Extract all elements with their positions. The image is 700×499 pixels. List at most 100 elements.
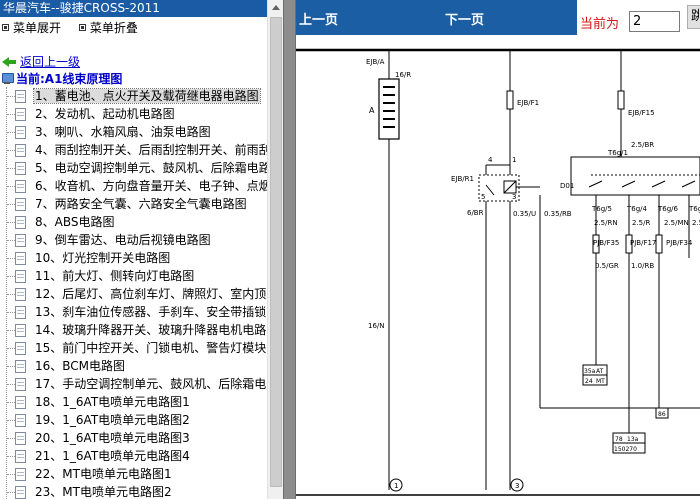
tree-item[interactable]: 7、两路安全气囊、六路安全气囊电路图	[0, 195, 267, 213]
tree-item[interactable]: 14、玻璃升降器开关、玻璃升降器电机电路	[0, 321, 267, 339]
document-icon	[15, 468, 26, 481]
label-25rn: 2.5/RN	[594, 219, 618, 227]
app-title: 华晨汽车--骏捷CROSS-2011	[0, 0, 267, 17]
tree-item[interactable]: 9、倒车雷达、电动后视镜电路图	[0, 231, 267, 249]
document-icon	[15, 288, 26, 301]
collapse-menu-label: 菜单折叠	[89, 21, 138, 35]
label-05gr: 0.5/GR	[595, 262, 619, 270]
tree-item[interactable]: 19、1_6AT电喷单元电路图2	[0, 411, 267, 429]
tree-branch-line	[7, 132, 15, 133]
wiring-diagram: EJB/A 16/R A EJB/F1 EJB/F15 2.5/BR T6g/1…	[296, 48, 700, 496]
viewer-panel: 上一页 下一页 当前为 跳转	[296, 0, 700, 499]
tree-item-label: 10、灯光控制开关电路图	[35, 251, 171, 265]
collapse-menu-button[interactable]: 菜单折叠	[78, 17, 138, 39]
tree-item-label: 17、手动空调控制单元、鼓风机、后除霜电	[35, 377, 267, 391]
frame-splitter[interactable]	[283, 0, 296, 499]
tree-item[interactable]: 15、前门中控开关、门锁电机、警告灯模块	[0, 339, 267, 357]
label-035u: 0.35/U	[513, 210, 536, 218]
document-icon	[15, 450, 26, 463]
tree-branch-line	[7, 312, 15, 313]
tree-item[interactable]: 17、手动空调控制单元、鼓风机、后除霜电	[0, 375, 267, 393]
menu-toolbar: 菜单展开 菜单折叠	[0, 17, 267, 39]
tree-branch-line	[7, 150, 15, 151]
document-icon	[15, 144, 26, 157]
tree-item[interactable]: 21、1_6AT电喷单元电路图4	[0, 447, 267, 465]
tree-item[interactable]: 11、前大灯、侧转向灯电路图	[0, 267, 267, 285]
tree-branch-line	[7, 96, 15, 97]
tree-item[interactable]: 5、电动空调控制单元、鼓风机、后除霜电路	[0, 159, 267, 177]
back-link[interactable]: 返回上一级	[20, 55, 80, 69]
label-mt: MT	[596, 378, 605, 385]
label-t6g5: T6g/5	[591, 205, 612, 213]
next-page-link[interactable]: 下一页	[445, 9, 484, 28]
tree-branch-line	[7, 186, 15, 187]
jump-button[interactable]: 跳转	[687, 5, 700, 29]
scroll-up-arrow-icon[interactable]	[268, 0, 284, 16]
document-icon	[15, 126, 26, 139]
fuse-f34-icon	[655, 234, 663, 254]
navigation-panel: 华晨汽车--骏捷CROSS-2011 菜单展开 菜单折叠 返回上一级 当前:A1…	[0, 0, 267, 499]
tree-branch-line	[7, 168, 15, 169]
tree-item[interactable]: 12、后尾灯、高位刹车灯、牌照灯、室内顶	[0, 285, 267, 303]
label-ejbr1: EJB/R1	[451, 175, 474, 183]
tree-item-label: 19、1_6AT电喷单元电路图2	[35, 413, 190, 427]
tree-item[interactable]: 10、灯光控制开关电路图	[0, 249, 267, 267]
label-150270: 150270	[614, 446, 637, 453]
tree-item[interactable]: 16、BCM电路图	[0, 357, 267, 375]
tree-item-label: 20、1_6AT电喷单元电路图3	[35, 431, 190, 445]
label-ejba: EJB/A	[366, 58, 385, 66]
tree-item[interactable]: 4、雨刮控制开关、后雨刮控制开关、前雨刮	[0, 141, 267, 159]
tree-item[interactable]: 8、ABS电路图	[0, 213, 267, 231]
expand-icon	[2, 24, 9, 31]
tree-branch-line	[7, 456, 15, 457]
document-icon	[15, 252, 26, 265]
label-pjbf17: PJB/F17	[630, 239, 656, 247]
document-icon	[15, 234, 26, 247]
viewer-navbar: 上一页 下一页 当前为 跳转	[296, 0, 700, 35]
label-t6g2: T6g/2	[688, 205, 700, 213]
document-icon	[15, 306, 26, 319]
tree-item[interactable]: 2、发动机、起动机电路图	[0, 105, 267, 123]
tree-item[interactable]: 6、收音机、方向盘音量开关、电子钟、点烟	[0, 177, 267, 195]
tree-item[interactable]: 20、1_6AT电喷单元电路图3	[0, 429, 267, 447]
app-window: 华晨汽车--骏捷CROSS-2011 菜单展开 菜单折叠 返回上一级 当前:A1…	[0, 0, 700, 499]
document-icon	[15, 342, 26, 355]
tree-branch-line	[7, 348, 15, 349]
document-icon	[15, 216, 26, 229]
page-selector: 当前为 跳转	[577, 0, 700, 35]
page-number-input[interactable]	[629, 11, 680, 32]
tree-item[interactable]: 13、刹车油位传感器、手刹车、安全带插锁	[0, 303, 267, 321]
scrollbar-thumb[interactable]	[270, 17, 282, 487]
prev-page-link[interactable]: 上一页	[299, 9, 338, 28]
label-t6g1: T6g/1	[607, 149, 628, 157]
expand-menu-button[interactable]: 菜单展开	[2, 17, 61, 39]
tree-item-label: 3、喇叭、水箱风扇、油泵电路图	[35, 125, 211, 139]
tree-item[interactable]: 23、MT电喷单元电路图2	[0, 483, 267, 499]
collapse-icon	[78, 24, 86, 31]
diagram-tree: 1、蓄电池、点火开关及载荷继电器电路图 2、发动机、起动机电路图 3、喇叭、水箱风扇…	[0, 87, 267, 499]
document-icon	[15, 360, 26, 373]
document-icon	[15, 432, 26, 445]
tree-item[interactable]: 22、MT电喷单元电路图1	[0, 465, 267, 483]
tree-branch-line	[7, 492, 15, 493]
tree-branch-line	[7, 240, 15, 241]
tree-item[interactable]: 1、蓄电池、点火开关及载荷继电器电路图	[0, 87, 267, 105]
label-ground-1: 1	[394, 482, 398, 490]
tree-item[interactable]: 18、1_6AT电喷单元电路图1	[0, 393, 267, 411]
tree-item-label: 12、后尾灯、高位刹车灯、牌照灯、室内顶	[35, 287, 267, 301]
back-arrow-icon[interactable]	[2, 57, 16, 67]
label-ejbf1: EJB/F1	[517, 99, 539, 107]
tree-branch-line	[7, 276, 15, 277]
tree-item-label: 7、两路安全气囊、六路安全气囊电路图	[35, 197, 247, 211]
document-icon	[15, 162, 26, 175]
page-label: 当前为	[580, 17, 620, 32]
tree-branch-line	[7, 402, 15, 403]
fuse-f15-icon	[617, 90, 625, 110]
tree-item[interactable]: 3、喇叭、水箱风扇、油泵电路图	[0, 123, 267, 141]
document-icon	[15, 414, 26, 427]
label-pjbf35: PJB/F35	[593, 239, 619, 247]
label-pin4: 4	[488, 156, 493, 164]
label-035rb: 0.35/RB	[544, 210, 572, 218]
tree-branch-line	[7, 330, 15, 331]
left-scrollbar[interactable]	[267, 0, 284, 499]
